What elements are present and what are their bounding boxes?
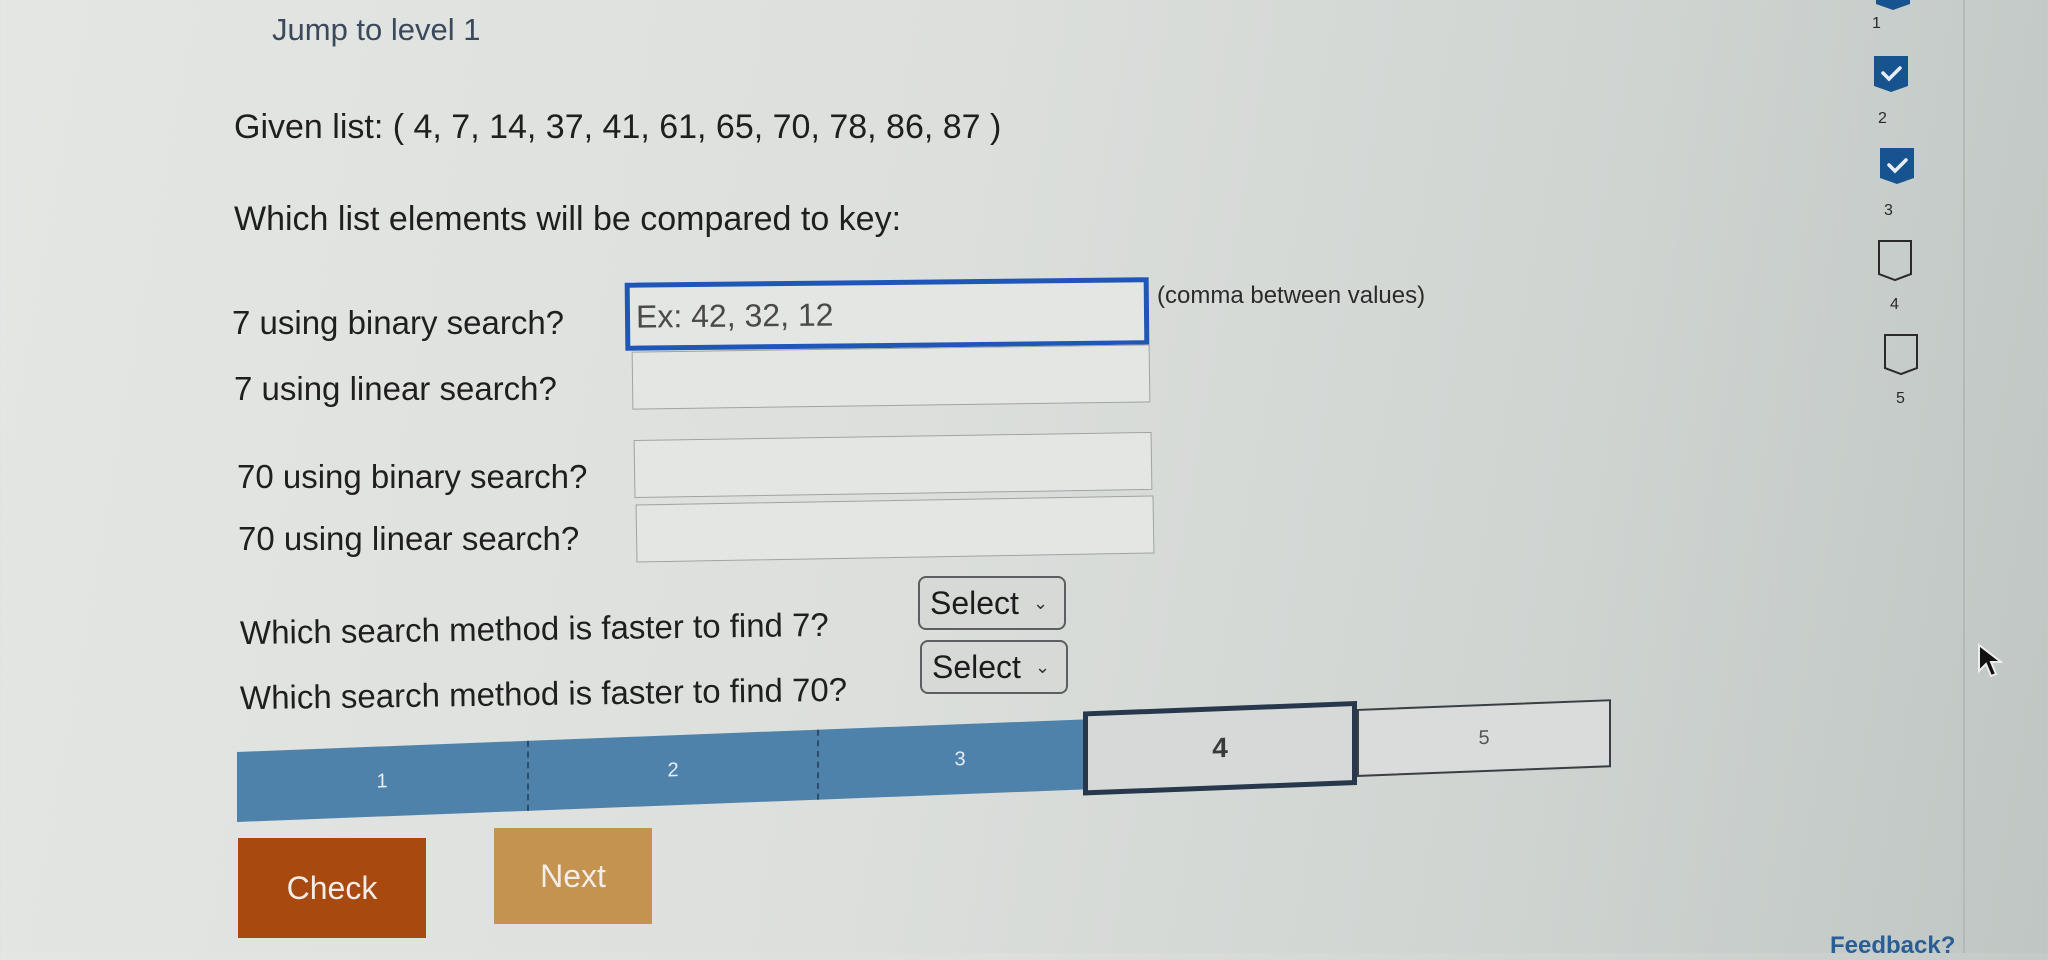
next-button[interactable]: Next: [494, 828, 652, 924]
faster-select-7[interactable]: Select ⌄: [918, 576, 1066, 630]
question-label-70-linear: 70 using linear search?: [238, 520, 580, 557]
progress-segment-3[interactable]: 3: [817, 718, 1101, 800]
question-label-70-binary: 70 using binary search?: [237, 458, 588, 495]
empty-badge-icon: [1884, 334, 1918, 376]
chevron-down-icon: ⌄: [1032, 592, 1049, 613]
checkmark-badge-icon: [1874, 56, 1908, 92]
select-value: Select: [930, 584, 1019, 621]
checkmark-badge-icon: [1880, 148, 1914, 184]
answer-input-7-binary[interactable]: [624, 277, 1150, 351]
question-label-7-linear: 7 using linear search?: [234, 370, 557, 407]
progress-segment-4-current[interactable]: 4: [1083, 700, 1357, 796]
question-label-7-binary: 7 using binary search?: [232, 304, 565, 341]
level-3-badge[interactable]: [1880, 148, 1914, 186]
level-2-badge[interactable]: [1874, 56, 1908, 94]
level-2-number: 2: [1878, 110, 1887, 127]
level-4-number: 4: [1890, 296, 1899, 313]
level-4-badge[interactable]: [1878, 240, 1912, 282]
answer-input-7-linear[interactable]: [631, 344, 1151, 410]
level-3-number: 3: [1884, 202, 1893, 219]
answer-input-70-linear[interactable]: [635, 495, 1155, 563]
checkmark-badge-icon: [1876, 0, 1910, 10]
comma-hint: (comma between values): [1157, 282, 1426, 309]
level-progress-bar: 1 2 3 4 5: [237, 647, 1611, 822]
given-list: Given list: ( 4, 7, 14, 37, 41, 61, 65, …: [234, 108, 1002, 146]
question-prompt: Which list elements will be compared to …: [234, 200, 902, 238]
progress-segment-2[interactable]: 2: [527, 729, 817, 811]
level-5-badge[interactable]: [1884, 334, 1918, 376]
progress-segment-5[interactable]: 5: [1357, 699, 1611, 777]
answer-input-70-binary[interactable]: [633, 431, 1153, 499]
level-sidebar: 1 2 3 4 5: [1868, 0, 1928, 420]
feedback-link[interactable]: Feedback?: [1830, 932, 1955, 960]
level-1-badge[interactable]: [1876, 0, 1910, 12]
progress-segment-1[interactable]: 1: [237, 740, 527, 822]
faster-question-7: Which search method is faster to find 7?: [239, 605, 830, 652]
empty-badge-icon: [1878, 240, 1912, 282]
mouse-cursor-icon: [1977, 642, 2004, 684]
panel-divider: [1963, 0, 1965, 953]
check-button[interactable]: Check: [238, 838, 426, 938]
jump-to-level-link[interactable]: Jump to level 1: [272, 12, 481, 48]
level-1-number: 1: [1872, 15, 1881, 32]
level-5-number: 5: [1896, 390, 1905, 407]
